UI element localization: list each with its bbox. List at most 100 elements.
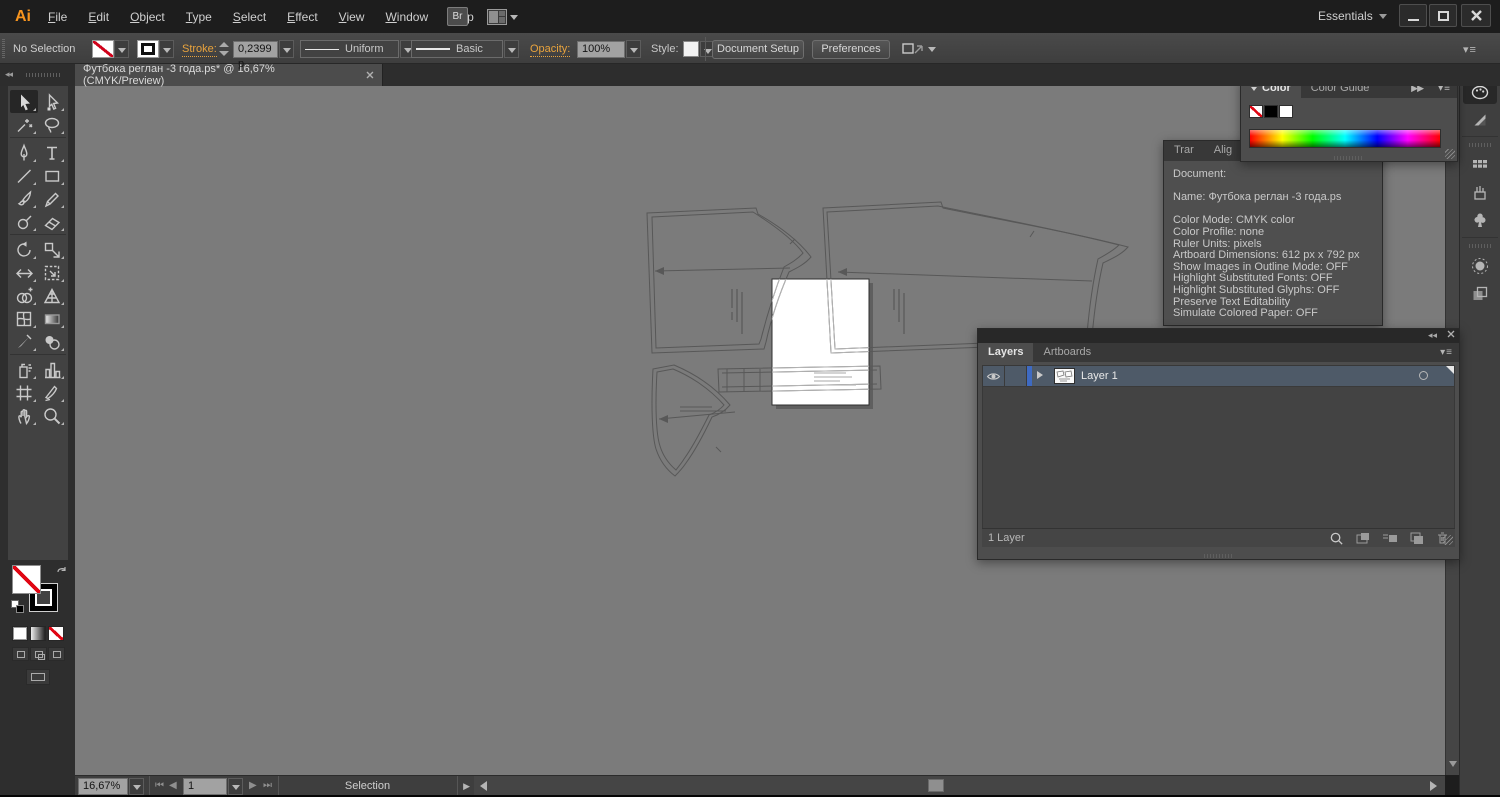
draw-behind-button[interactable] bbox=[30, 647, 47, 661]
transparency-panel-icon[interactable] bbox=[1463, 280, 1497, 306]
draw-inside-button[interactable] bbox=[48, 647, 65, 661]
menu-item[interactable]: View bbox=[339, 10, 365, 24]
close-window-button[interactable] bbox=[1461, 4, 1491, 27]
tab-artboards[interactable]: Artboards bbox=[1033, 343, 1101, 362]
eyedropper-tool[interactable] bbox=[10, 330, 38, 353]
panel-drag-grip-icon[interactable] bbox=[1334, 156, 1364, 160]
variable-width-profile-select[interactable]: Uniform bbox=[300, 40, 399, 58]
gradient-button[interactable] bbox=[30, 626, 46, 641]
artboard-tool[interactable] bbox=[10, 381, 38, 404]
rectangle-tool[interactable] bbox=[38, 164, 66, 187]
gradient-panel-icon[interactable] bbox=[1463, 252, 1497, 278]
make-clipping-mask-icon[interactable] bbox=[1355, 531, 1371, 545]
pencil-tool[interactable] bbox=[38, 187, 66, 210]
line-segment-tool[interactable] bbox=[10, 164, 38, 187]
width-tool[interactable] bbox=[10, 261, 38, 284]
pen-tool[interactable] bbox=[10, 141, 38, 164]
style-swatch[interactable] bbox=[683, 41, 699, 57]
layer-thumbnail[interactable] bbox=[1054, 368, 1075, 384]
opacity-link[interactable]: Opacity: bbox=[530, 43, 571, 57]
collapse-tools-icon[interactable]: ◂◂ bbox=[5, 69, 13, 80]
swap-fill-stroke-icon[interactable] bbox=[56, 565, 68, 577]
close-tab-icon[interactable] bbox=[366, 71, 374, 79]
horizontal-scrollbar[interactable] bbox=[474, 775, 1445, 795]
lock-toggle[interactable] bbox=[1005, 366, 1027, 386]
rotate-tool[interactable] bbox=[10, 238, 38, 261]
scrollbar-thumb[interactable] bbox=[928, 779, 944, 792]
layers-panel-titlebar[interactable]: ◂◂ bbox=[978, 329, 1459, 343]
preferences-button[interactable]: Preferences bbox=[812, 40, 890, 59]
artboard-number-field[interactable]: 1 bbox=[183, 778, 227, 795]
previous-artboard-icon[interactable]: ◀ bbox=[169, 780, 177, 791]
zoom-level-field[interactable]: 16,67% bbox=[78, 778, 128, 795]
opacity-field[interactable]: 100% bbox=[577, 41, 625, 58]
blob-brush-tool[interactable] bbox=[10, 210, 38, 233]
layer-name[interactable]: Layer 1 bbox=[1081, 370, 1118, 382]
first-artboard-icon[interactable]: ⏮ bbox=[155, 780, 164, 791]
direct-selection-tool[interactable] bbox=[38, 90, 66, 113]
tab-align[interactable]: Alig bbox=[1204, 141, 1242, 161]
target-indicator-icon[interactable] bbox=[1419, 371, 1428, 380]
panel-drag-grip-icon[interactable] bbox=[1203, 554, 1234, 558]
next-artboard-icon[interactable]: ▶ bbox=[249, 780, 257, 791]
zoom-dropdown[interactable] bbox=[129, 778, 144, 795]
type-tool[interactable] bbox=[38, 141, 66, 164]
new-layer-icon[interactable] bbox=[1409, 531, 1425, 545]
layers-panel-menu-icon[interactable]: ▾≡ bbox=[1434, 343, 1459, 362]
free-transform-tool[interactable] bbox=[38, 261, 66, 284]
default-fill-stroke-icon[interactable] bbox=[11, 600, 25, 614]
dock-grip-icon[interactable] bbox=[1469, 244, 1491, 248]
symbol-sprayer-tool[interactable] bbox=[10, 358, 38, 381]
gradient-tool[interactable] bbox=[38, 307, 66, 330]
stroke-link[interactable]: Stroke: bbox=[182, 43, 217, 57]
color-spectrum-bar[interactable] bbox=[1249, 129, 1441, 148]
color-button[interactable] bbox=[12, 626, 28, 641]
paintbrush-tool[interactable] bbox=[10, 187, 38, 210]
artboard-dropdown[interactable] bbox=[228, 778, 243, 795]
none-swatch[interactable] bbox=[1249, 105, 1263, 118]
status-bar-menu-icon[interactable]: ▶ bbox=[463, 781, 470, 792]
collapse-panel-icon[interactable]: ◂◂ bbox=[1428, 330, 1437, 341]
fill-proxy-swatch[interactable] bbox=[13, 566, 40, 593]
scroll-down-icon[interactable] bbox=[1449, 761, 1457, 767]
opacity-dropdown[interactable] bbox=[626, 40, 641, 58]
tab-transform[interactable]: Trar bbox=[1164, 141, 1204, 161]
menu-item[interactable]: Select bbox=[233, 10, 266, 24]
close-panel-icon[interactable] bbox=[1447, 330, 1455, 338]
menu-item[interactable]: File bbox=[48, 10, 67, 24]
arrange-documents-caret-icon[interactable] bbox=[510, 15, 518, 20]
slice-tool[interactable] bbox=[38, 381, 66, 404]
resize-grip-icon[interactable] bbox=[1445, 149, 1455, 159]
scale-tool[interactable] bbox=[38, 238, 66, 261]
panel-grip-icon[interactable] bbox=[2, 39, 5, 58]
mesh-tool[interactable] bbox=[10, 307, 38, 330]
fill-color-dropdown[interactable] bbox=[114, 40, 129, 58]
control-panel-menu-icon[interactable]: ▾≡ bbox=[1463, 43, 1477, 56]
stroke-weight-stepper[interactable] bbox=[219, 41, 230, 57]
stroke-weight-dropdown[interactable] bbox=[279, 40, 294, 58]
symbols-panel-icon[interactable] bbox=[1463, 207, 1497, 233]
perspective-grid-tool[interactable] bbox=[38, 284, 66, 307]
document-tab[interactable]: Футбока реглан -3 года.ps* @ 16,67% (CMY… bbox=[75, 63, 383, 87]
workspace-switcher[interactable]: Essentials bbox=[1318, 9, 1387, 23]
shape-builder-tool[interactable] bbox=[10, 284, 38, 307]
menu-item[interactable]: Edit bbox=[88, 10, 109, 24]
tab-layers[interactable]: Layers bbox=[978, 343, 1034, 362]
color-guide-panel-icon[interactable] bbox=[1463, 106, 1497, 132]
menu-item[interactable]: Window bbox=[385, 10, 428, 24]
menu-item[interactable]: Type bbox=[186, 10, 212, 24]
none-button[interactable] bbox=[48, 626, 64, 641]
last-artboard-icon[interactable]: ⏭ bbox=[263, 780, 272, 791]
new-sublayer-icon[interactable] bbox=[1382, 531, 1398, 545]
menu-item[interactable]: Effect bbox=[287, 10, 317, 24]
zoom-tool[interactable] bbox=[38, 404, 66, 427]
stroke-weight-field[interactable]: 0,2399 p bbox=[233, 41, 278, 70]
arrange-documents-icon[interactable] bbox=[487, 9, 507, 25]
tools-grip-icon[interactable] bbox=[26, 73, 60, 77]
white-swatch[interactable] bbox=[1279, 105, 1293, 118]
black-swatch[interactable] bbox=[1264, 105, 1278, 118]
scroll-right-icon[interactable] bbox=[1430, 781, 1437, 791]
eraser-tool[interactable] bbox=[38, 210, 66, 233]
brush-definition-select[interactable]: Basic bbox=[411, 40, 503, 58]
bridge-button[interactable]: Br bbox=[447, 7, 468, 26]
